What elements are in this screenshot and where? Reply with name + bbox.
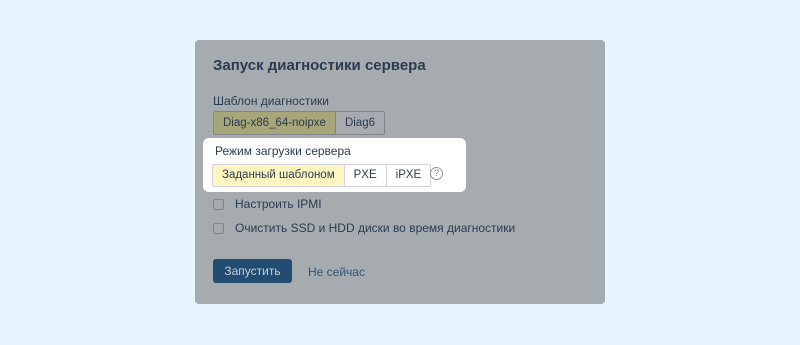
boot-mode-highlight: Режим загрузки сервера Заданный шаблоном…	[203, 138, 466, 192]
wipe-disks-checkbox[interactable]	[213, 222, 224, 234]
template-selector: Diag-x86_64-noipxe Diag6	[213, 111, 385, 135]
boot-mode-label: Режим загрузки сервера	[215, 144, 351, 158]
wipe-disks-checkbox-label: Очистить SSD и HDD диски во время диагно…	[235, 221, 516, 235]
boot-mode-selector: Заданный шаблоном PXE iPXE	[212, 164, 432, 187]
boot-mode-option-ipxe[interactable]: iPXE	[386, 165, 431, 186]
ipmi-checkbox-label: Настроить IPMI	[235, 197, 322, 211]
wipe-disks-checkbox-row[interactable]: Очистить SSD и HDD диски во время диагно…	[213, 221, 515, 235]
launch-button[interactable]: Запустить	[213, 259, 292, 283]
template-option-noipxe[interactable]: Diag-x86_64-noipxe	[214, 112, 336, 134]
dialog-title: Запуск диагностики сервера	[213, 57, 426, 74]
not-now-link[interactable]: Не сейчас	[308, 265, 365, 279]
help-icon[interactable]: ?	[430, 167, 443, 180]
template-label: Шаблон диагностики	[213, 94, 329, 108]
boot-mode-option-template[interactable]: Заданный шаблоном	[213, 165, 345, 186]
boot-mode-option-pxe[interactable]: PXE	[344, 165, 387, 186]
ipmi-checkbox-row[interactable]: Настроить IPMI	[213, 197, 322, 211]
template-option-diag6[interactable]: Diag6	[336, 112, 384, 134]
ipmi-checkbox[interactable]	[213, 198, 224, 210]
